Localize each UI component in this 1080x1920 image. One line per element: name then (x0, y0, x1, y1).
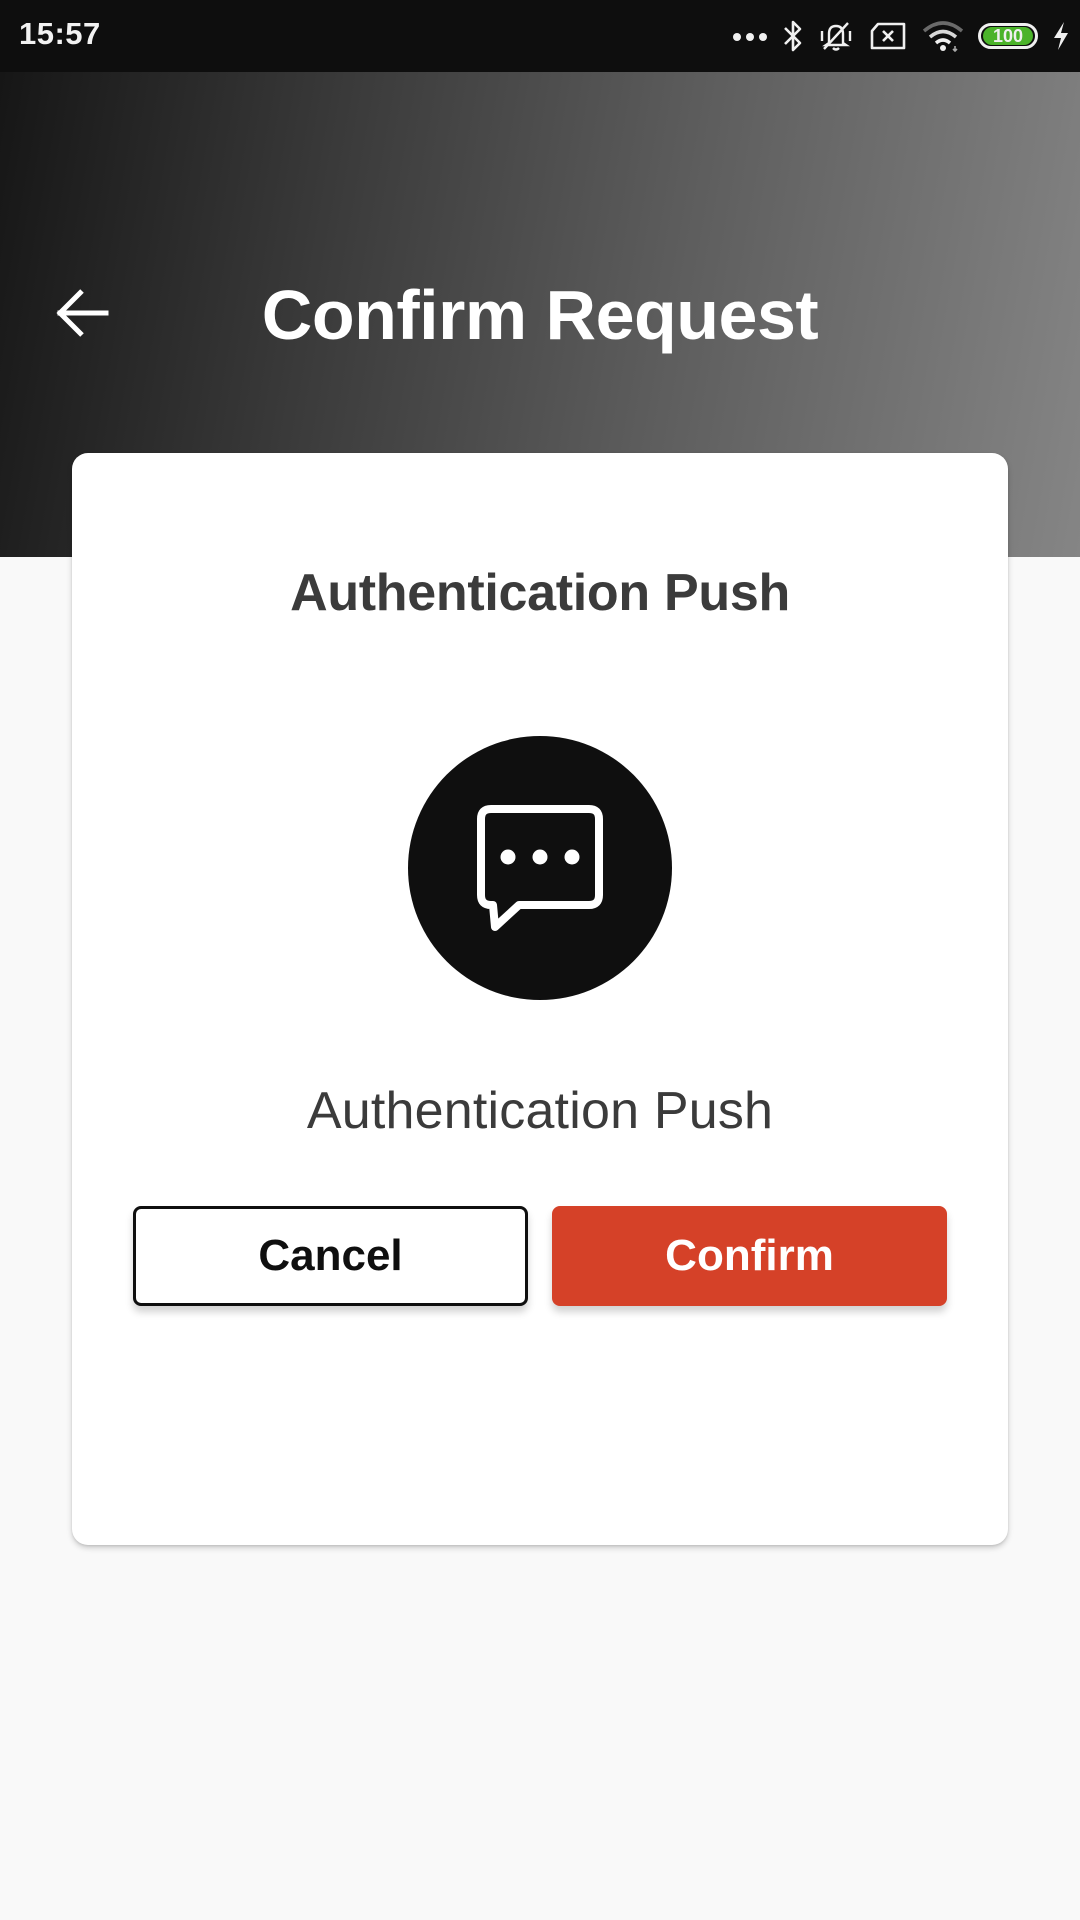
card-subtitle: Authentication Push (306, 1082, 774, 1140)
card-title: Authentication Push (290, 564, 790, 622)
no-sim-icon (868, 22, 908, 50)
bluetooth-icon (782, 19, 804, 53)
charging-icon (1052, 21, 1070, 51)
chat-bubble-dots-icon (477, 805, 603, 931)
status-icons: 100 (732, 14, 1070, 58)
cancel-button[interactable]: Cancel (133, 1206, 528, 1306)
wifi-icon (922, 20, 964, 52)
status-bar: 15:57 100 (0, 0, 1080, 72)
status-time: 15:57 (19, 16, 101, 51)
vibrate-silent-icon (818, 19, 854, 53)
battery-level: 100 (983, 27, 1033, 45)
battery-icon: 100 (978, 23, 1038, 49)
confirm-button[interactable]: Confirm (552, 1206, 947, 1306)
page-title: Confirm Request (261, 276, 819, 354)
request-card: Authentication Push Authentication Push … (72, 453, 1008, 1545)
more-notifications-icon (732, 30, 768, 42)
request-type-icon-circle (408, 736, 672, 1000)
